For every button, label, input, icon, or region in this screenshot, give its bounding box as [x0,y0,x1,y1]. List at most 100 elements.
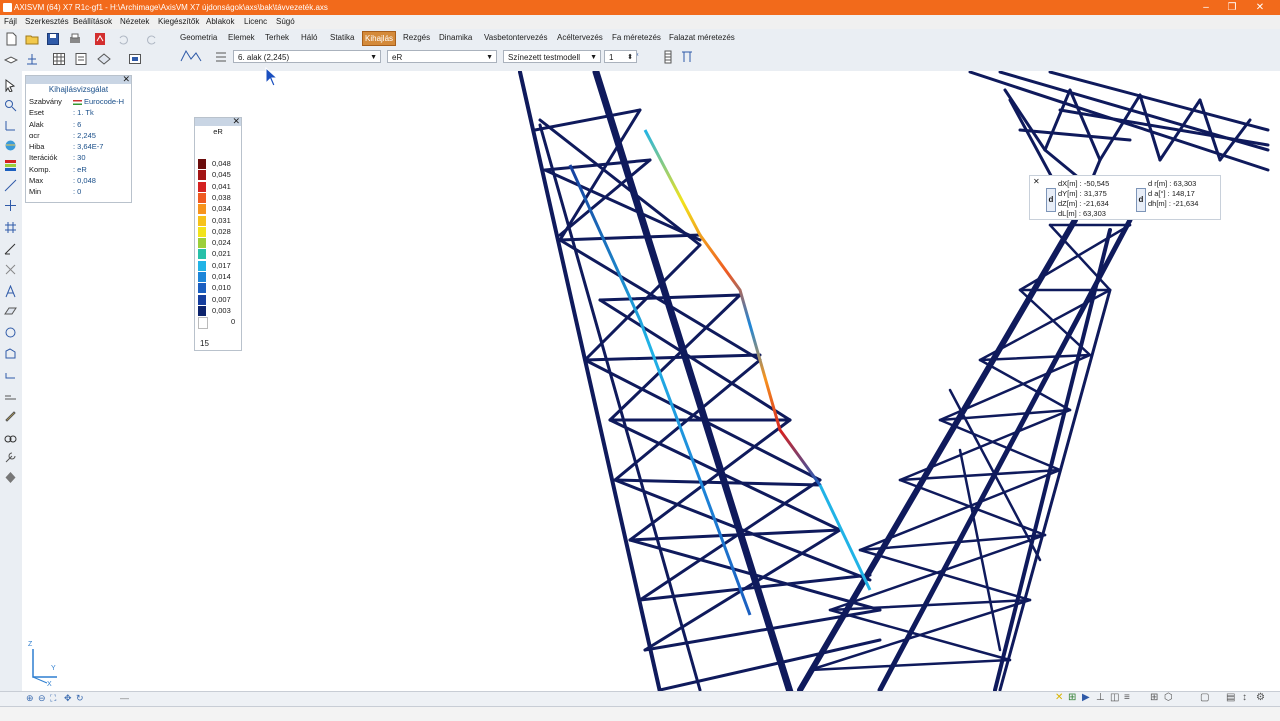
tab-statika[interactable]: Statika [328,31,356,44]
legend-swatch [198,170,206,181]
tools-icon[interactable]: ⚙ [1256,692,1265,703]
tab-falazat-meretezes[interactable]: Falazat méretezés [667,31,737,44]
window-icon[interactable]: ▢ [1200,692,1209,703]
perspective-icon[interactable] [4,347,17,360]
close-icon[interactable]: ✕ [1033,177,1040,186]
section-view-icon[interactable] [128,52,142,66]
save-icon[interactable] [46,32,60,46]
workplane-icon[interactable]: ⬡ [1164,692,1173,703]
cut-icon[interactable] [4,263,17,276]
fit-view-icon[interactable]: ⛶ [50,693,56,704]
close-icon[interactable]: ✕ [122,74,130,85]
text-tool-icon[interactable] [4,285,17,298]
tab-aceltervezes[interactable]: Acéltervezés [555,31,605,44]
menu-license[interactable]: Licenc [244,17,267,26]
pen-icon[interactable] [4,409,17,422]
node-icon[interactable] [4,199,17,212]
menu-file[interactable]: Fájl [4,17,17,26]
legend-value: 0,028 [212,226,231,236]
color-legend[interactable]: ✕ eR 0,048 0,045 0,041 0,038 0,034 0,031… [194,116,242,351]
plane-icon[interactable] [4,305,17,318]
wrench-icon[interactable] [4,451,17,464]
legend-row: 0,024 [198,237,238,249]
snap-icon[interactable]: ✕ [1055,692,1063,703]
legend-value: 0,017 [212,260,231,270]
mode-select[interactable]: 6. alak (2,245) ▼ [233,50,381,63]
diamond-icon[interactable] [4,471,17,484]
report-icon[interactable] [74,52,88,66]
coord-right-column: d r[m] : 63,303 d a[°] : 148,17 dh[m] : … [1148,179,1198,209]
layer-toggle-icon[interactable]: ≡ [1124,692,1130,703]
ortho-icon[interactable]: ⊥ [1096,692,1105,703]
zoom-icon[interactable] [4,99,17,112]
info-panel-header: ✕ [26,74,131,85]
grid-toggle-icon[interactable]: ⊞ [1150,692,1158,703]
menu-settings[interactable]: Beállítások [73,17,112,26]
legend-swatch [198,294,206,305]
zoom-in-icon[interactable]: ⊕ [26,693,34,704]
tab-halo[interactable]: Háló [299,31,319,44]
close-button[interactable]: ✕ [1240,0,1280,15]
tab-fa-meretezes[interactable]: Fa méretezés [610,31,663,44]
connect-icon[interactable] [4,369,17,382]
new-file-icon[interactable] [4,32,18,46]
color-legend-icon[interactable] [4,159,17,172]
chevron-down-icon: ▼ [370,54,377,61]
legend-value: 0,048 [212,159,231,168]
legend-row: 0,010 [198,282,238,294]
legend-value: 0,014 [212,272,231,281]
grid-icon[interactable] [4,221,17,234]
axis-icon[interactable] [4,119,17,132]
tab-dinamika[interactable]: Dinamika [437,31,474,44]
ruler-icon[interactable] [4,389,17,402]
select-pointer-icon[interactable] [4,79,17,92]
layer-icon[interactable] [4,52,18,66]
tab-rezges[interactable]: Rezgés [401,31,432,44]
coord-dx: dX[m] : -50,545 [1058,179,1110,188]
menu-addons[interactable]: Kiegészítők [158,17,199,26]
info-row: Komp.: eR [26,164,131,175]
redo-icon[interactable] [145,32,159,46]
pan-icon[interactable]: ✥ [64,693,72,704]
buckling-shape-icon[interactable] [180,49,202,63]
legend-swatch [198,272,206,282]
open-folder-icon[interactable] [25,32,39,46]
animation-icon[interactable] [680,50,694,64]
tab-kihajlas[interactable]: Kihajlás [362,31,397,46]
view-cube-icon[interactable]: ◫ [1110,692,1119,703]
menu-windows[interactable]: Ablakok [206,17,234,26]
component-select[interactable]: eR ▼ [387,50,497,63]
view-options-icon[interactable] [97,52,111,66]
render-icon[interactable] [4,139,17,152]
pdf-export-icon[interactable] [93,32,107,46]
menu-edit[interactable]: Szerkesztés [25,17,69,26]
measure-icon[interactable] [4,179,17,192]
coord-dh: dh[m] : -21,634 [1148,199,1199,208]
separator-icon: — [120,693,129,703]
rotate-icon[interactable] [4,326,17,339]
dimension-icon[interactable] [4,243,17,256]
layout-icon[interactable]: ▤ [1226,692,1235,703]
tab-elemek[interactable]: Elemek [226,31,257,44]
cursor-mode-icon[interactable]: ▶ [1082,692,1090,703]
close-icon[interactable]: ✕ [232,116,240,127]
tab-geometria[interactable]: Geometria [178,31,219,44]
undo-icon[interactable] [116,32,130,46]
binoculars-icon[interactable] [4,431,17,444]
tab-terhek[interactable]: Terhek [263,31,291,44]
legend-toggle-icon[interactable] [662,50,676,64]
zoom-out-icon[interactable]: ⊖ [38,693,46,704]
menu-views[interactable]: Nézetek [120,17,149,26]
structure-icon[interactable] [25,52,39,66]
tab-vasbetontervezes[interactable]: Vasbetontervezés [482,31,549,44]
legend-value: 0,034 [212,204,231,214]
result-list-icon[interactable] [214,50,228,64]
display-select[interactable]: Színezett testmodell ▼ [503,50,601,63]
print-icon[interactable] [68,32,82,46]
grid-snap-icon[interactable]: ⊞ [1068,692,1076,703]
menu-help[interactable]: Súgó [276,17,295,26]
scale-stepper[interactable]: 1 ⬍ [604,50,637,63]
rotate-view-icon[interactable]: ↻ [76,693,84,704]
coordinates-icon[interactable]: ↕ [1242,692,1247,703]
table-icon[interactable] [52,52,66,66]
